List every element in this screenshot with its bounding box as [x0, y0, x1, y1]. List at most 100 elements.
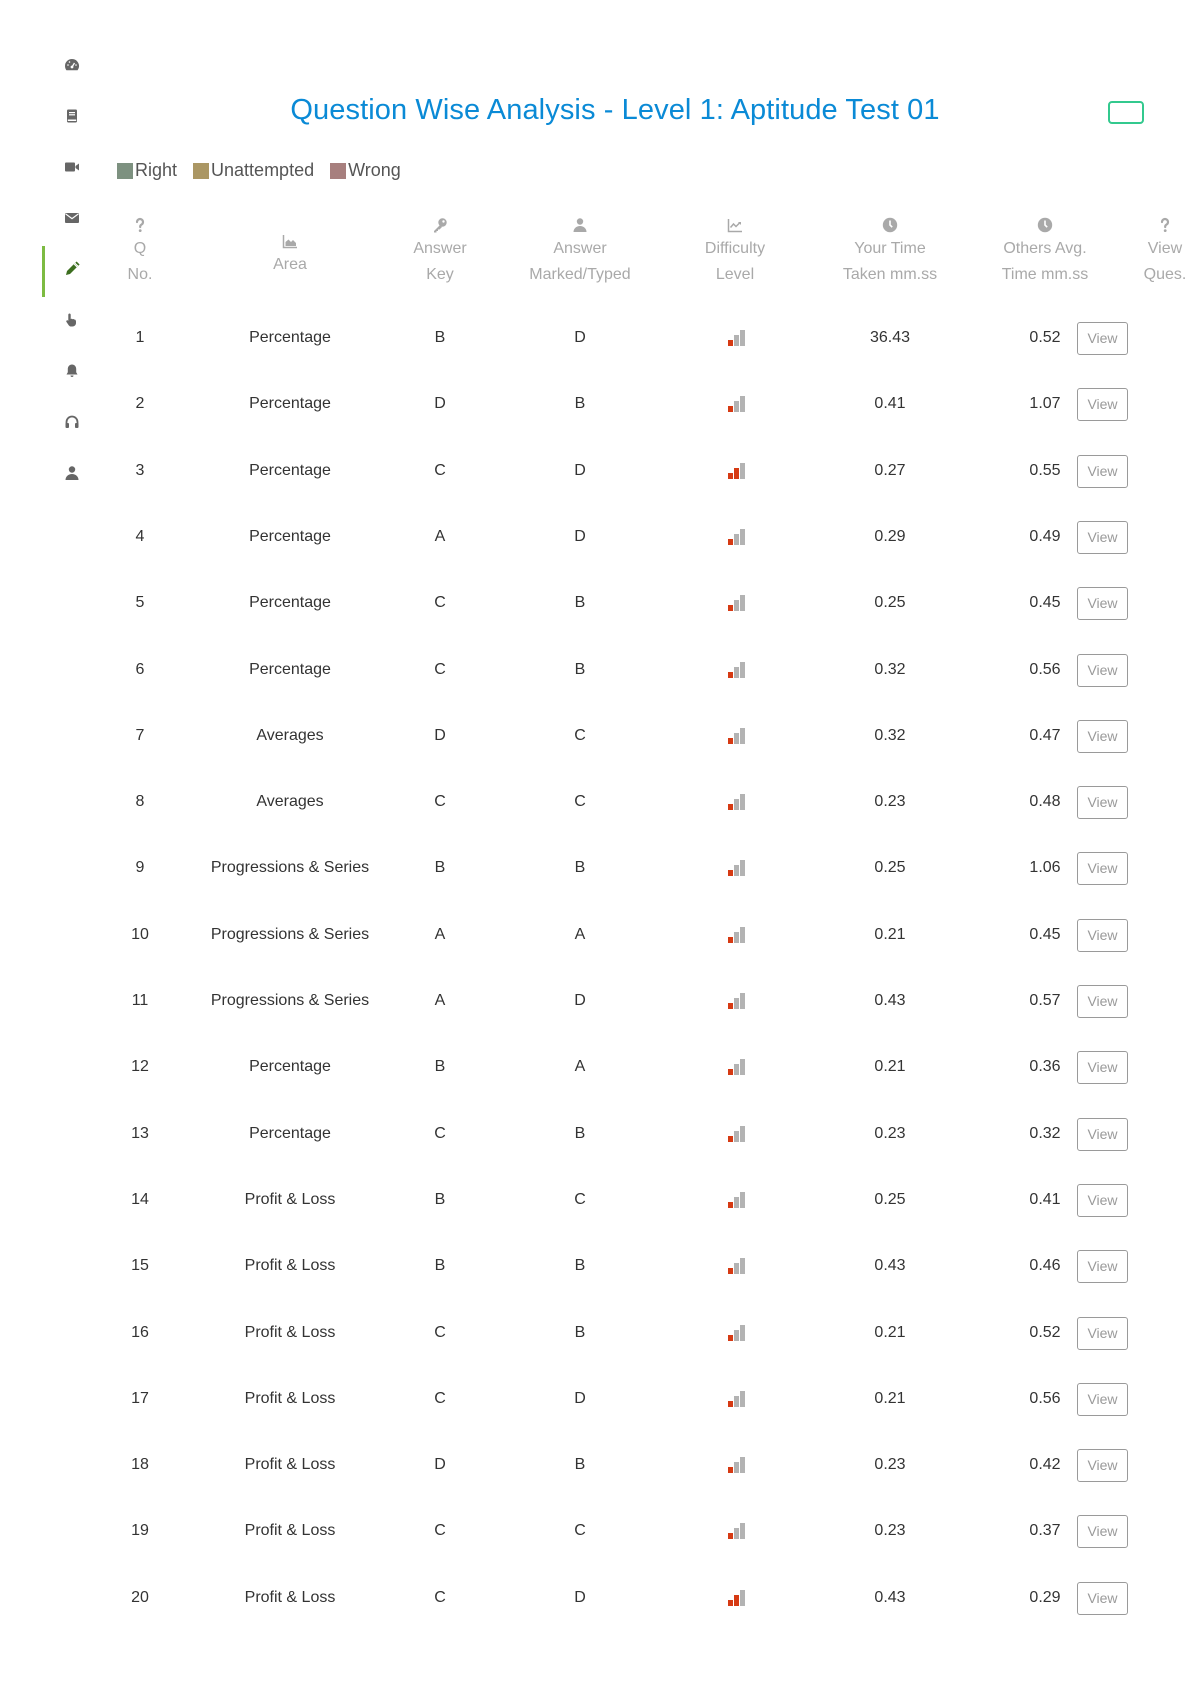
answer-marked: D	[574, 992, 586, 1009]
question-icon	[120, 214, 160, 236]
signal-bars-icon	[728, 1125, 745, 1142]
difficulty-bar	[734, 732, 739, 744]
question-area: Percentage	[249, 1124, 331, 1142]
view-question-button[interactable]: View	[1077, 520, 1128, 554]
difficulty-bar	[728, 936, 733, 943]
column-header-sublabel: Key	[426, 266, 454, 283]
question-number: 11	[131, 992, 149, 1009]
view-question-button[interactable]: View	[1077, 322, 1128, 355]
view-question-button[interactable]: View	[1077, 985, 1128, 1018]
table-row: 19 Profit & Loss C C 0.23 0.37 View	[100, 1514, 1190, 1580]
sidebar-item-practice[interactable]	[42, 297, 102, 348]
your-time: 0.29	[874, 527, 906, 545]
question-area: Percentage	[249, 660, 331, 678]
difficulty-level	[685, 653, 785, 687]
signal-bars-icon	[728, 860, 745, 877]
difficulty-bar	[728, 1334, 733, 1341]
answer-marked: B	[574, 859, 586, 877]
sidebar-item-book[interactable]	[42, 93, 102, 144]
question-number: 5	[135, 594, 145, 612]
difficulty-bar	[734, 931, 739, 943]
view-question-button[interactable]: View	[1077, 388, 1128, 422]
question-area: Progressions & Series	[210, 925, 370, 943]
view-question-button[interactable]: View	[1077, 1581, 1128, 1615]
header-action-button[interactable]	[1108, 101, 1144, 124]
sidebar	[0, 0, 100, 1697]
difficulty-bar	[740, 661, 745, 678]
sidebar-item-video[interactable]	[42, 144, 102, 195]
answer-key: B	[434, 1190, 446, 1208]
difficulty-bar	[734, 799, 739, 811]
answer-marked: C	[574, 726, 586, 744]
table-row: 13 Percentage C B 0.23 0.32 View	[100, 1117, 1190, 1183]
user-icon	[64, 465, 80, 486]
column-header-label: Answer	[553, 240, 607, 257]
view-question-button[interactable]: View	[1077, 587, 1128, 621]
view-question-button[interactable]: View	[1077, 1449, 1128, 1483]
difficulty-bar	[740, 528, 745, 545]
column-header-your: Your Time Taken mm.ss	[820, 210, 960, 290]
view-question-button[interactable]: View	[1077, 1250, 1128, 1284]
answer-key: A	[434, 925, 446, 943]
answer-key: C	[434, 793, 446, 811]
column-header-q: Q No.	[120, 210, 160, 290]
your-time: 0.25	[874, 859, 906, 877]
difficulty-level	[685, 1183, 785, 1217]
signal-bars-icon	[728, 595, 745, 612]
your-time: 0.43	[874, 1588, 906, 1606]
difficulty-bar	[740, 1457, 745, 1474]
difficulty-bar	[728, 1599, 733, 1606]
view-question-button[interactable]: View	[1077, 852, 1128, 886]
question-number: 9	[135, 859, 145, 877]
column-header-sublabel: No.	[127, 266, 153, 283]
question-number: 6	[135, 660, 145, 678]
difficulty-level	[685, 586, 785, 620]
answer-key: B	[434, 329, 446, 346]
view-question-button[interactable]: View	[1077, 454, 1128, 488]
sidebar-item-profile[interactable]	[42, 450, 102, 501]
answer-key: C	[434, 660, 446, 678]
view-question-button[interactable]: View	[1077, 653, 1128, 687]
difficulty-bar	[734, 1528, 739, 1540]
view-question-button[interactable]: View	[1077, 719, 1128, 753]
difficulty-bar	[728, 1467, 733, 1474]
question-number: 15	[131, 1257, 149, 1275]
view-question-button[interactable]: View	[1077, 786, 1128, 820]
difficulty-bar	[728, 1135, 733, 1142]
answer-marked: B	[574, 395, 586, 413]
question-area: Percentage	[249, 461, 331, 479]
view-question-button[interactable]: View	[1077, 1316, 1128, 1350]
table-row: 10 Progressions & Series A A 0.21 0.45 View	[100, 918, 1190, 984]
answer-marked: C	[574, 1522, 586, 1540]
answer-key: A	[434, 527, 446, 545]
view-question-button[interactable]: View	[1077, 918, 1128, 952]
sidebar-item-support[interactable]	[42, 399, 102, 450]
difficulty-bar	[740, 1523, 745, 1540]
difficulty-bar	[740, 396, 745, 413]
column-header-sublabel: Taken mm.ss	[842, 266, 938, 283]
view-question-button[interactable]: View	[1077, 1051, 1128, 1085]
view-question-button[interactable]: View	[1077, 1183, 1128, 1217]
answer-key: C	[434, 1323, 446, 1341]
answer-marked: D	[574, 527, 586, 545]
table-row: 7 Averages D C 0.32 0.47 View	[100, 719, 1190, 785]
sidebar-item-tests[interactable]	[42, 246, 102, 297]
sidebar-item-dashboard[interactable]	[42, 42, 102, 93]
signal-bars-icon	[728, 993, 745, 1009]
answer-marked: A	[574, 1058, 586, 1076]
difficulty-bar	[728, 538, 733, 545]
difficulty-bar	[728, 870, 733, 877]
table-row: 8 Averages C C 0.23 0.48 View	[100, 785, 1190, 851]
question-area: Percentage	[249, 527, 331, 545]
question-area: Percentage	[249, 1058, 331, 1076]
question-area: Percentage	[249, 329, 331, 346]
view-question-button[interactable]: View	[1077, 1117, 1128, 1151]
signal-bars-icon	[728, 1390, 745, 1407]
sidebar-item-notifications[interactable]	[42, 348, 102, 399]
your-time: 0.27	[874, 461, 906, 479]
view-question-button[interactable]: View	[1077, 1382, 1128, 1416]
view-question-button[interactable]: View	[1077, 1515, 1128, 1549]
sidebar-item-mail[interactable]	[42, 195, 102, 246]
difficulty-bar	[740, 1125, 745, 1142]
difficulty-bar	[740, 1191, 745, 1208]
